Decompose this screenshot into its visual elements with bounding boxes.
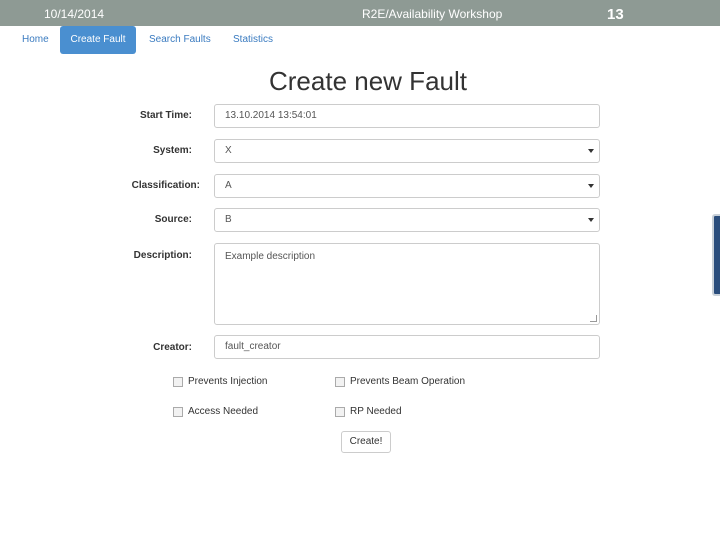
tab-statistics[interactable]: Statistics: [223, 26, 283, 54]
tab-search-faults[interactable]: Search Faults: [139, 26, 221, 54]
checkbox-box[interactable]: [173, 407, 183, 417]
tab-create-fault[interactable]: Create Fault: [60, 26, 136, 54]
checkbox-label: Prevents Injection: [188, 376, 268, 387]
checkbox-label: RP Needed: [350, 406, 402, 417]
checkbox-box[interactable]: [173, 377, 183, 387]
slide-number: 13: [607, 6, 624, 23]
slide-header: 10/14/2014 R2E/Availability Workshop 13: [0, 0, 720, 26]
source-label: Source:: [154, 214, 192, 225]
resize-handle-icon[interactable]: [590, 315, 597, 322]
creator-value: fault_creator: [225, 341, 281, 352]
description-value: Example description: [225, 251, 316, 262]
chevron-down-icon: [588, 218, 594, 222]
classification-label: Classification:: [131, 180, 200, 191]
system-label: System:: [153, 145, 192, 156]
start-time-input[interactable]: 13.10.2014 13:54:01: [214, 104, 600, 128]
nav-tabs: Home Create Fault Search Faults Statisti…: [0, 26, 720, 56]
chevron-down-icon: [588, 149, 594, 153]
system-value: X: [225, 145, 232, 156]
creator-label: Creator:: [153, 342, 192, 353]
classification-select[interactable]: A: [214, 174, 600, 198]
side-panel-edge: [712, 214, 720, 296]
checkbox-box[interactable]: [335, 407, 345, 417]
source-value: B: [225, 214, 232, 225]
tab-home[interactable]: Home: [12, 26, 59, 54]
start-time-value: 13.10.2014 13:54:01: [225, 110, 317, 121]
description-label: Description:: [133, 250, 192, 261]
checkbox-label: Prevents Beam Operation: [350, 376, 466, 387]
start-time-label: Start Time:: [139, 110, 192, 121]
checkbox-label: Access Needed: [188, 406, 259, 417]
slide-date: 10/14/2014: [44, 7, 105, 21]
create-button[interactable]: Create!: [341, 431, 391, 453]
classification-value: A: [225, 180, 232, 191]
slide-title: R2E/Availability Workshop: [362, 7, 503, 21]
creator-input[interactable]: fault_creator: [214, 335, 600, 359]
system-select[interactable]: X: [214, 139, 600, 163]
description-textarea[interactable]: Example description: [214, 243, 600, 325]
source-select[interactable]: B: [214, 208, 600, 232]
checkbox-box[interactable]: [335, 377, 345, 387]
chevron-down-icon: [588, 184, 594, 188]
page-title: Create new Fault: [269, 66, 467, 96]
